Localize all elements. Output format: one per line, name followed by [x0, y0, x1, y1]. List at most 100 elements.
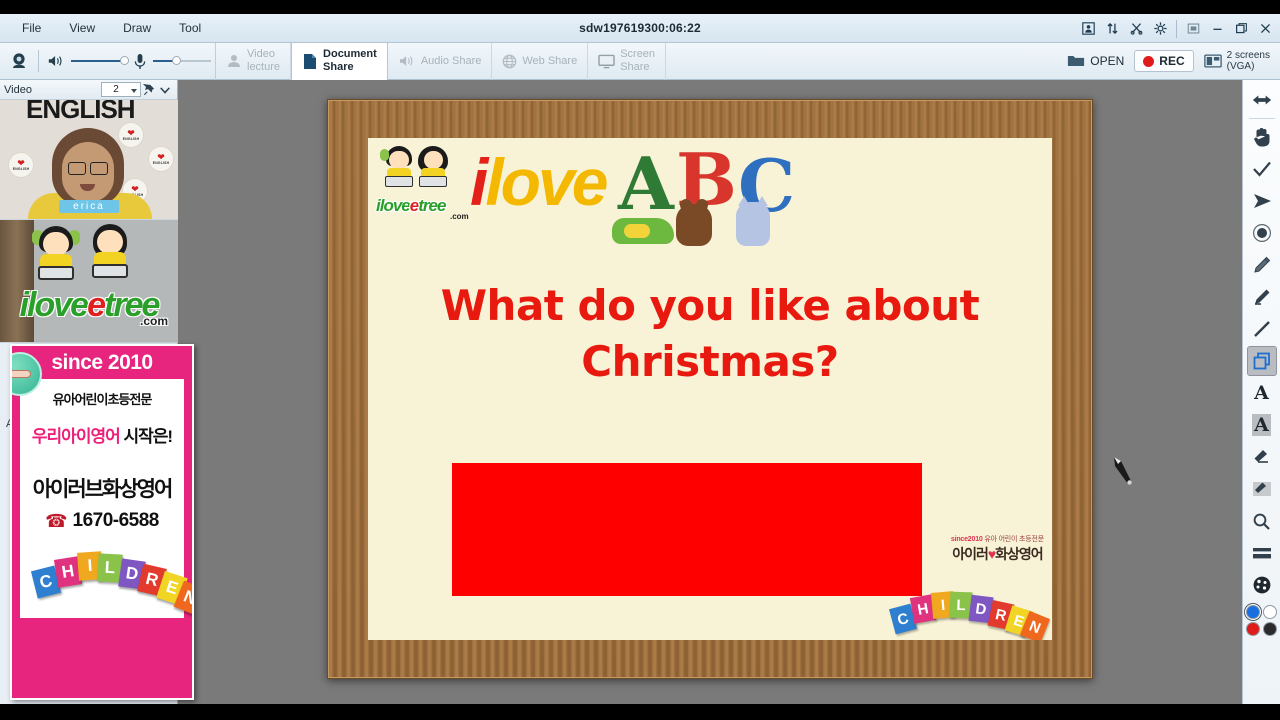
ad-line1: 유아어린이초등전문	[52, 392, 153, 407]
menu-file[interactable]: File	[8, 17, 55, 39]
badge-icon: ❤ENGLISH	[8, 152, 34, 178]
color-swatch-white[interactable]	[1263, 605, 1277, 619]
tab-document-share[interactable]: Document Share	[291, 42, 388, 80]
ad-line2-rest: 시작은!	[123, 427, 173, 446]
footer-brand-b: 화상영어	[995, 546, 1044, 562]
eraser-icon[interactable]	[1247, 442, 1277, 472]
badge-icon: ❤ENGLISH	[118, 122, 144, 148]
record-button[interactable]: REC	[1134, 50, 1194, 72]
ad-brand: 아이러브화상영어	[32, 478, 174, 501]
menu-bar: File View Draw Tool	[0, 14, 215, 43]
crocodile-icon	[612, 218, 674, 244]
color-swatch-black[interactable]	[1263, 622, 1277, 636]
participant-name-label: erica	[59, 200, 119, 213]
gear-icon[interactable]	[1149, 18, 1171, 40]
hand-icon[interactable]	[1247, 122, 1277, 152]
monitor-icon	[598, 54, 615, 68]
minimize-icon[interactable]	[1206, 18, 1228, 40]
shape-icon[interactable]	[1246, 346, 1277, 376]
magnifier-icon[interactable]	[1247, 506, 1277, 536]
record-label: REC	[1159, 54, 1185, 68]
open-label: OPEN	[1090, 54, 1125, 68]
question-line-2: Christmas?	[581, 337, 839, 386]
video-count-select[interactable]: 2	[101, 82, 141, 97]
fullscreen-icon[interactable]	[1182, 18, 1204, 40]
av-controls	[0, 43, 215, 80]
advertisement-panel[interactable]: since 2010 유아어린이초등전문 우리아이영어 시작은! 아이러브화상영…	[10, 344, 194, 700]
globe-icon	[503, 54, 517, 68]
tab-audio-share[interactable]: Audio Share	[388, 42, 493, 80]
video-count-value: 2	[113, 84, 119, 95]
pointer-arrow-icon[interactable]	[1247, 186, 1277, 216]
slide-content[interactable]: iloveetree .com ilove A B C What do you …	[368, 138, 1052, 640]
palette-icon[interactable]	[1247, 570, 1277, 600]
person-video-icon	[228, 55, 240, 67]
microphone-volume-control[interactable]	[133, 53, 215, 70]
color-swatch-blue[interactable]	[1246, 605, 1260, 619]
person-mouth	[80, 184, 95, 191]
screens-line1: 2 screens	[1226, 50, 1270, 61]
logo-dotcom: .com	[139, 314, 168, 328]
menu-view[interactable]: View	[55, 17, 109, 39]
children-blocks: C H I L D R E N	[26, 540, 192, 616]
ad-phone-row: ☎ 1670-6588	[26, 510, 178, 532]
video-tile-ilovetree[interactable]: iloveetree .com	[0, 220, 178, 343]
divider	[38, 50, 39, 72]
text-tool-icon[interactable]: A	[1247, 378, 1277, 408]
speaker-icon	[48, 56, 62, 66]
scissors-icon[interactable]	[1125, 18, 1147, 40]
telephone-icon: ☎	[45, 510, 68, 531]
color-swatch-red[interactable]	[1246, 622, 1260, 636]
cat-icon	[736, 196, 770, 246]
ad-phone-number: 1670-6588	[72, 510, 160, 531]
footer-since: since2010	[950, 536, 983, 543]
speaker-slider[interactable]	[71, 55, 129, 67]
marker-icon[interactable]	[1247, 282, 1277, 312]
person-face	[62, 142, 114, 202]
screens-indicator[interactable]: 2 screens (VGA)	[1203, 50, 1270, 72]
slide-header: iloveetree .com ilove A B C	[368, 138, 1052, 248]
check-icon[interactable]	[1247, 154, 1277, 184]
dot-icon[interactable]	[1247, 218, 1277, 248]
badge-icon: ❤ENGLISH	[148, 146, 174, 172]
maximize-icon[interactable]	[1230, 18, 1252, 40]
mic-slider[interactable]	[153, 55, 211, 67]
video-panel-title: Video	[4, 83, 32, 96]
tab-screen-share[interactable]: Screen Share	[588, 42, 667, 80]
chevron-down-icon[interactable]	[157, 82, 173, 98]
menu-tool[interactable]: Tool	[165, 17, 215, 39]
pin-icon[interactable]	[141, 82, 157, 98]
document-icon	[304, 53, 317, 69]
toolbar-right-actions: OPEN REC 2 screens (VGA)	[1067, 50, 1280, 72]
divider	[1176, 19, 1177, 38]
text-highlight-icon[interactable]: A	[1247, 410, 1277, 440]
slide-question: What do you like about Christmas?	[368, 278, 1052, 390]
ad-content: 유아어린이초등전문 우리아이영어 시작은! 아이러브화상영어 ☎ 1670-65…	[20, 379, 192, 618]
thickness-icon[interactable]	[1247, 538, 1277, 568]
title-bar-buttons	[1077, 14, 1276, 43]
video-tile-erica[interactable]: ENGLISH ❤ENGLISH ❤ENGLISH ❤ENGLISH ❤ENGL…	[0, 100, 178, 220]
footer-brand: 아이러♥화상영어	[951, 544, 1044, 564]
eraser-all-icon[interactable]	[1247, 474, 1277, 504]
line-icon[interactable]	[1247, 314, 1277, 344]
tab-video-lecture[interactable]: Video lecture	[216, 42, 292, 80]
video-panel-header: Video 2	[0, 80, 177, 100]
footer-tagline: 유아 어린이 초등전문	[984, 536, 1044, 543]
pencil-icon[interactable]	[1247, 250, 1277, 280]
tab-label-line2: lecture	[247, 61, 281, 73]
sort-arrows-icon[interactable]	[1101, 18, 1123, 40]
folder-icon	[1068, 56, 1085, 66]
user-list-icon[interactable]	[1077, 18, 1099, 40]
webcam-icon[interactable]	[8, 50, 30, 72]
open-button[interactable]: OPEN	[1067, 54, 1124, 68]
menu-draw[interactable]: Draw	[109, 17, 165, 39]
red-answer-box[interactable]	[452, 463, 922, 596]
ilove-wordmark: ilove	[470, 145, 608, 219]
speaker-volume-control[interactable]	[47, 53, 133, 69]
pan-arrows-icon[interactable]	[1247, 85, 1277, 115]
tab-web-share[interactable]: Web Share	[492, 42, 589, 80]
close-icon[interactable]	[1254, 18, 1276, 40]
slide-footer: since2010 유아 어린이 초등전문 아이러♥화상영어	[951, 534, 1044, 564]
screens-line2: (VGA)	[1226, 61, 1255, 72]
footer-tagline-row: since2010 유아 어린이 초등전문	[951, 534, 1044, 544]
